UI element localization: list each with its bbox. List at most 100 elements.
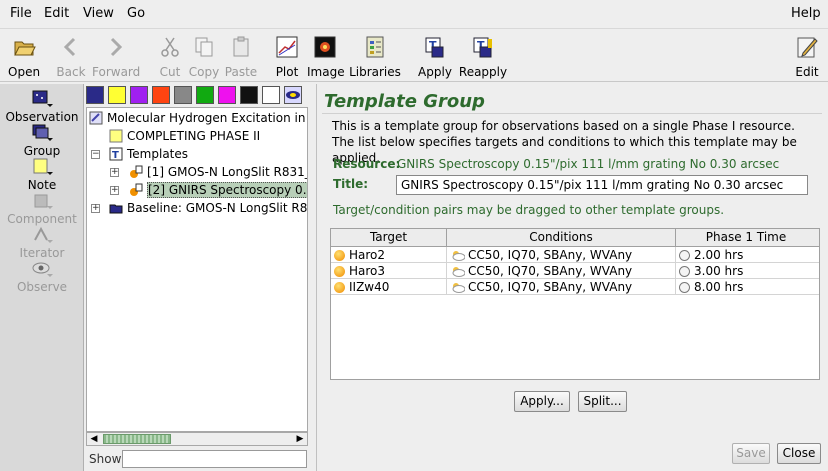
copy-icon: [192, 35, 216, 59]
apply-button[interactable]: Apply...: [514, 391, 570, 412]
menu-help[interactable]: Help: [791, 6, 821, 21]
menu-bar: File Edit View Go Help: [0, 0, 828, 28]
conditions-cloud-icon: [451, 249, 466, 261]
program-tree: Molecular Hydrogen Excitation in A COMPL…: [86, 107, 308, 432]
time-clock-icon: [679, 250, 690, 261]
plot-button[interactable]: Plot: [274, 35, 300, 79]
cut-button[interactable]: Cut: [157, 35, 183, 79]
palette-note[interactable]: Note: [0, 158, 84, 192]
forward-button[interactable]: Forward: [92, 35, 140, 79]
title-divider: [322, 113, 822, 114]
filter-red[interactable]: [152, 86, 170, 104]
menu-view[interactable]: View: [83, 6, 114, 21]
palette-observe[interactable]: Observe: [0, 260, 84, 294]
table-row[interactable]: Haro2 CC50, IQ70, SBAny, WVAny 2.00 hrs: [331, 247, 819, 263]
note-icon: [109, 129, 123, 143]
template-group-icon: [129, 183, 143, 197]
component-icon: [31, 192, 53, 210]
resource-label: Resource:: [333, 157, 401, 171]
show-label: Show: [89, 452, 122, 466]
target-sun-icon: [334, 266, 345, 277]
observation-icon: [31, 90, 53, 108]
palette-iterator[interactable]: Iterator: [0, 226, 84, 260]
edit-button[interactable]: Edit: [794, 35, 820, 79]
close-button[interactable]: Close: [777, 443, 821, 464]
library-icon: [363, 35, 387, 59]
conditions-cloud-icon: [451, 265, 466, 277]
tree-horizontal-scrollbar[interactable]: ◀ ▶: [86, 432, 308, 446]
tree-templates-folder[interactable]: T Templates: [109, 145, 188, 163]
svg-text:T: T: [112, 150, 119, 161]
template-folder-icon: T: [109, 147, 123, 161]
filter-gray[interactable]: [174, 86, 192, 104]
target-conditions-table: Target Conditions Phase 1 Time Haro2 CC5…: [330, 228, 820, 380]
scissors-icon: [158, 35, 182, 59]
palette-component[interactable]: Component: [0, 192, 84, 226]
target-sun-icon: [334, 282, 345, 293]
col-conditions-header[interactable]: Conditions: [447, 229, 676, 247]
open-button[interactable]: Open: [8, 35, 40, 79]
table-row[interactable]: IIZw40 CC50, IQ70, SBAny, WVAny 8.00 hrs: [331, 279, 819, 295]
scroll-thumb[interactable]: [103, 434, 171, 444]
time-clock-icon: [679, 282, 690, 293]
resource-value: GNIRS Spectroscopy 0.15"/pix 111 l/mm gr…: [397, 157, 780, 171]
col-time-header[interactable]: Phase 1 Time: [676, 229, 816, 247]
arrow-left-icon: [59, 35, 83, 59]
iterator-icon: [31, 226, 53, 244]
target-sun-icon: [334, 250, 345, 261]
panel-title: Template Group: [324, 91, 485, 112]
baseline-folder-icon: [109, 201, 123, 215]
image-button[interactable]: Image: [307, 35, 345, 79]
libraries-button[interactable]: Libraries: [349, 35, 401, 79]
program-icon: [89, 111, 103, 125]
tree-template-group-1[interactable]: [1] GMOS-N LongSlit R831_: [129, 163, 307, 181]
filter-green[interactable]: [196, 86, 214, 104]
tree-root[interactable]: Molecular Hydrogen Excitation in A: [89, 109, 307, 127]
toolbar: Open Back Forward Cut Copy Paste Plot Im…: [0, 28, 828, 82]
scroll-right-icon[interactable]: ▶: [293, 433, 307, 445]
copy-button[interactable]: Copy: [188, 35, 220, 79]
expand-baseline-toggle[interactable]: +: [91, 204, 100, 213]
title-input[interactable]: GNIRS Spectroscopy 0.15"/pix 111 l/mm gr…: [396, 175, 808, 195]
palette-observation[interactable]: Observation: [0, 90, 84, 124]
split-button[interactable]: Split...: [578, 391, 627, 412]
expand-item1-toggle[interactable]: +: [110, 168, 119, 177]
template-apply-icon: T: [423, 35, 447, 59]
collapse-templates-toggle[interactable]: −: [91, 150, 100, 159]
template-group-icon: [129, 165, 143, 179]
plot-icon: [275, 35, 299, 59]
filter-template-icon[interactable]: [284, 86, 302, 104]
paste-button[interactable]: Paste: [224, 35, 258, 79]
filter-blue[interactable]: [86, 86, 104, 104]
filter-magenta[interactable]: [218, 86, 236, 104]
menu-file[interactable]: File: [10, 6, 32, 21]
menu-edit[interactable]: Edit: [44, 6, 69, 21]
filter-white[interactable]: [262, 86, 280, 104]
tree-template-group-2[interactable]: [2] GNIRS Spectroscopy 0.: [129, 181, 307, 199]
scroll-left-icon[interactable]: ◀: [87, 433, 101, 445]
node-palette: Observation Group Note Component Iterato…: [0, 84, 84, 471]
back-button[interactable]: Back: [55, 35, 87, 79]
clipboard-icon: [229, 35, 253, 59]
reapply-button[interactable]: T Reapply: [458, 35, 508, 79]
menu-go[interactable]: Go: [127, 6, 145, 21]
title-label: Title:: [333, 177, 369, 191]
time-clock-icon: [679, 266, 690, 277]
pencil-edit-icon: [795, 35, 819, 59]
palette-group[interactable]: Group: [0, 124, 84, 158]
show-filter-input[interactable]: [122, 450, 307, 468]
save-button[interactable]: Save: [732, 443, 770, 464]
filter-purple[interactable]: [130, 86, 148, 104]
tree-baseline-folder[interactable]: Baseline: GMOS-N LongSlit R83: [109, 199, 307, 217]
filter-black[interactable]: [240, 86, 258, 104]
col-target-header[interactable]: Target: [331, 229, 447, 247]
apply-toolbar-button[interactable]: T Apply: [418, 35, 452, 79]
expand-item2-toggle[interactable]: +: [110, 186, 119, 195]
template-reapply-icon: T: [471, 35, 495, 59]
filter-yellow[interactable]: [108, 86, 126, 104]
table-row[interactable]: Haro3 CC50, IQ70, SBAny, WVAny 3.00 hrs: [331, 263, 819, 279]
image-icon: [313, 35, 337, 59]
tree-note-completing[interactable]: COMPLETING PHASE II: [109, 127, 260, 145]
conditions-cloud-icon: [451, 281, 466, 293]
folder-open-icon: [12, 35, 36, 59]
